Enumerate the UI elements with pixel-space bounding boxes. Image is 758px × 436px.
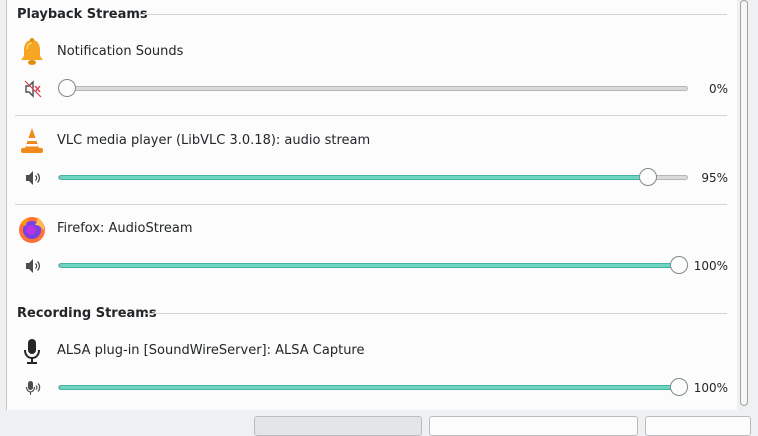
firefox-icon (19, 217, 45, 243)
volume-percent: 100% (693, 381, 728, 395)
recording-section-line (145, 313, 727, 314)
tab-button[interactable] (429, 416, 638, 436)
vertical-scrollbar[interactable] (738, 0, 750, 410)
volume-slider-handle[interactable] (58, 79, 76, 97)
stream-divider (15, 204, 727, 205)
playback-streams-title: Playback Streams (17, 7, 148, 22)
volume-slider[interactable] (58, 378, 688, 396)
stream-name: Firefox: AudioStream (57, 221, 193, 236)
volume-slider-handle[interactable] (639, 168, 657, 186)
playback-section-line (139, 14, 727, 15)
stream-name: Notification Sounds (57, 44, 184, 59)
stream-name: VLC media player (LibVLC 3.0.18): audio … (57, 133, 371, 148)
vlc-cone-icon (21, 128, 43, 153)
volume-percent: 0% (708, 82, 728, 96)
volume-slider[interactable] (58, 168, 688, 186)
volume-slider[interactable] (58, 79, 688, 97)
recording-streams-title: Recording Streams (17, 306, 157, 321)
tab-button[interactable] (254, 416, 422, 436)
speaker-icon[interactable] (24, 257, 42, 275)
scrollbar-thumb[interactable] (740, 0, 748, 406)
volume-slider-fill (59, 175, 649, 180)
volume-percent: 95% (701, 171, 728, 185)
stream-divider (15, 115, 727, 116)
volume-slider-fill (59, 385, 680, 390)
volume-slider[interactable] (58, 256, 688, 274)
volume-percent: 100% (693, 259, 728, 273)
microphone-small-icon[interactable] (24, 379, 42, 397)
tab-button[interactable] (645, 416, 751, 436)
speaker-icon[interactable] (24, 169, 42, 187)
streams-panel: Playback Streams Notification Sounds 0% (6, 0, 737, 410)
bell-icon (21, 38, 43, 65)
stream-name: ALSA plug-in [SoundWireServer]: ALSA Cap… (57, 343, 365, 358)
microphone-icon (24, 339, 40, 364)
speaker-muted-icon[interactable] (24, 80, 42, 98)
volume-slider-fill (59, 263, 680, 268)
